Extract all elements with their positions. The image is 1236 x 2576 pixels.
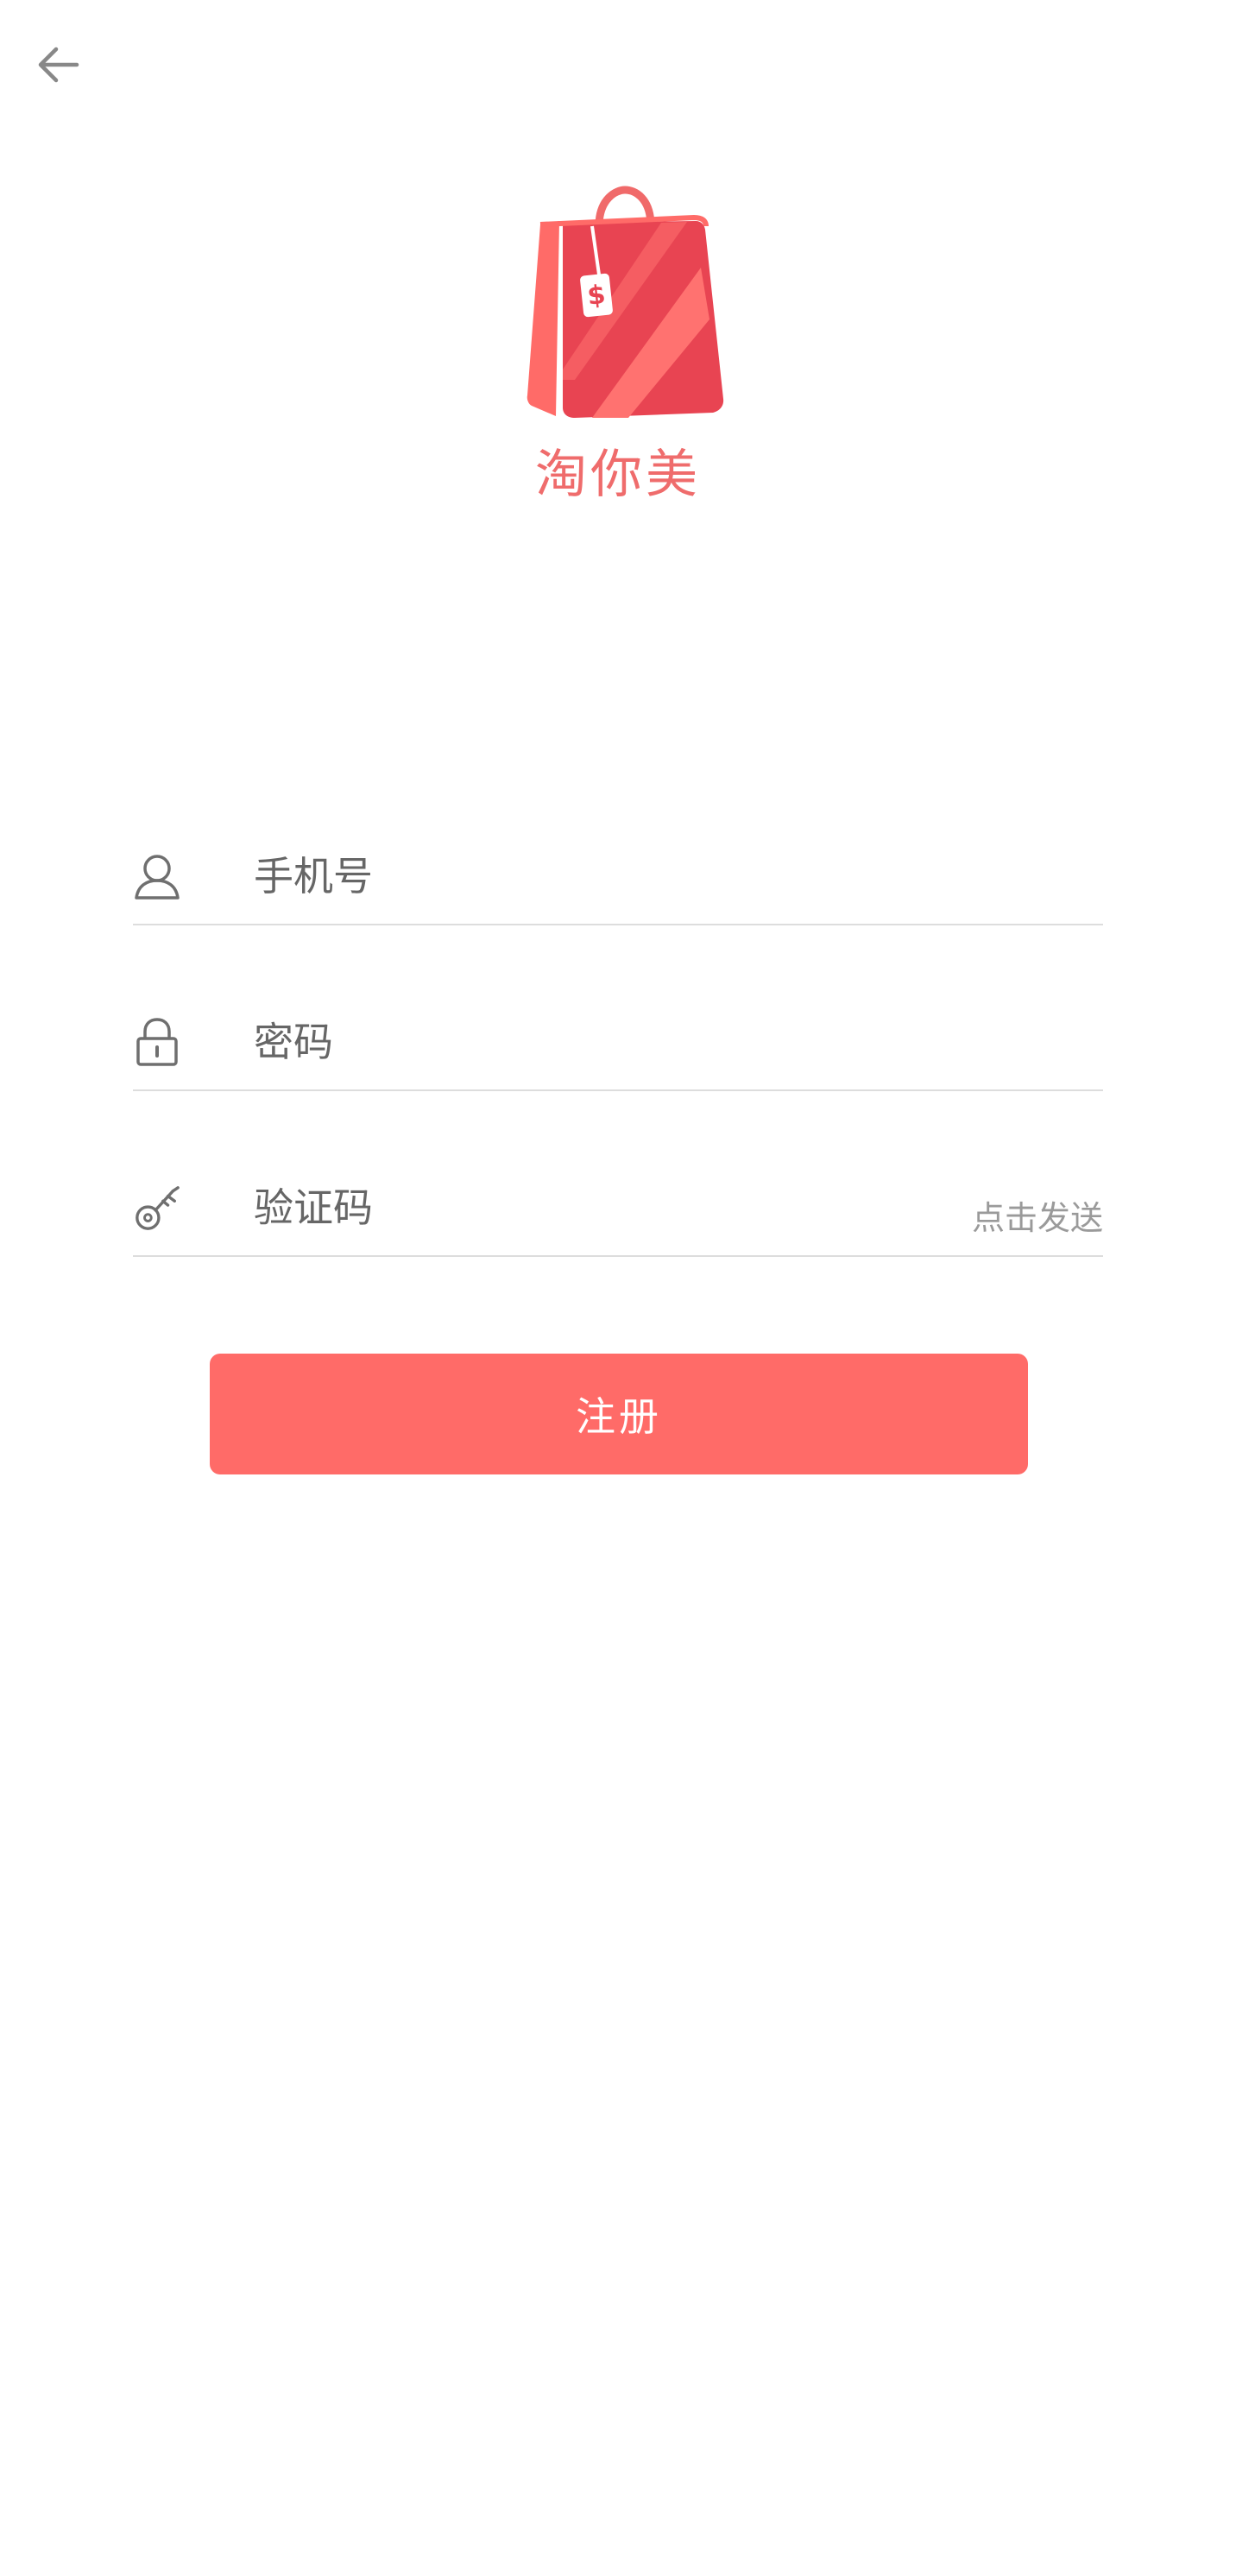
user-icon: [133, 850, 181, 902]
verification-code-field: 点击发送: [133, 1160, 1103, 1257]
verification-code-input[interactable]: [254, 1173, 972, 1242]
svg-text:$: $: [586, 280, 607, 312]
register-button[interactable]: 注册: [210, 1354, 1028, 1474]
register-form: 点击发送: [133, 829, 1103, 1326]
password-input[interactable]: [254, 1007, 1103, 1076]
lock-icon: [133, 1016, 181, 1068]
brand-header: $ 淘你美: [0, 173, 1236, 509]
app-name: 淘你美: [535, 445, 701, 505]
shopping-bag-icon: $: [527, 186, 724, 418]
password-field: [133, 994, 1103, 1091]
arrow-left-icon: [38, 47, 79, 83]
phone-field: [133, 829, 1103, 925]
phone-input[interactable]: [254, 842, 1103, 911]
send-code-button[interactable]: 点击发送: [972, 1191, 1103, 1239]
key-icon: [133, 1182, 181, 1234]
back-button[interactable]: [19, 26, 97, 104]
